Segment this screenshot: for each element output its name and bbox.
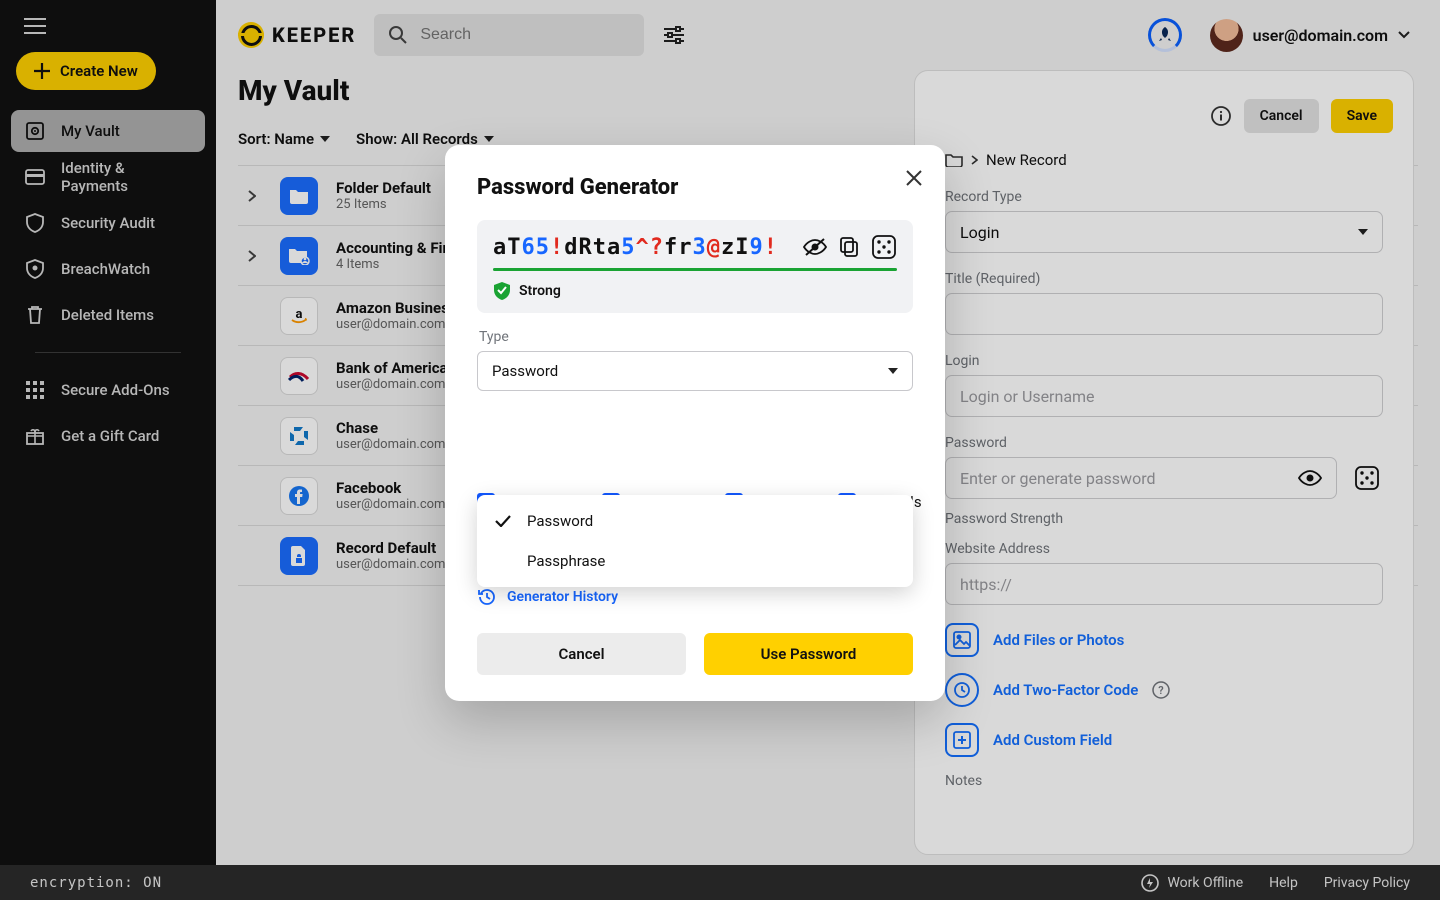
copy-icon[interactable] (839, 236, 859, 258)
chevron-down-icon (888, 368, 898, 375)
shield-check-icon (493, 281, 511, 301)
regenerate-dice-icon[interactable] (871, 234, 897, 260)
generated-password-value: aT65!dRta5^?fr3@zI9! (493, 235, 791, 260)
generator-type-select[interactable]: Password (477, 351, 913, 391)
field-label: Type (479, 329, 913, 345)
dropdown-option-passphrase[interactable]: Passphrase (477, 541, 913, 581)
generated-password-box: aT65!dRta5^?fr3@zI9! Strong (477, 220, 913, 313)
dropdown-option-password[interactable]: Password (477, 501, 913, 541)
password-generator-modal: Password Generator aT65!dRta5^?fr3@zI9! … (445, 145, 945, 701)
check-icon (495, 515, 515, 527)
use-password-button[interactable]: Use Password (704, 633, 913, 675)
close-icon[interactable] (905, 169, 923, 187)
type-dropdown: Password Passphrase (477, 495, 913, 587)
history-icon (477, 587, 497, 607)
strength-bar (493, 268, 897, 271)
generator-history-link[interactable]: Generator History (507, 589, 618, 605)
strength-indicator: Strong (493, 281, 897, 301)
modal-title: Password Generator (477, 175, 913, 200)
modal-cancel-button[interactable]: Cancel (477, 633, 686, 675)
hide-icon[interactable] (803, 237, 827, 257)
